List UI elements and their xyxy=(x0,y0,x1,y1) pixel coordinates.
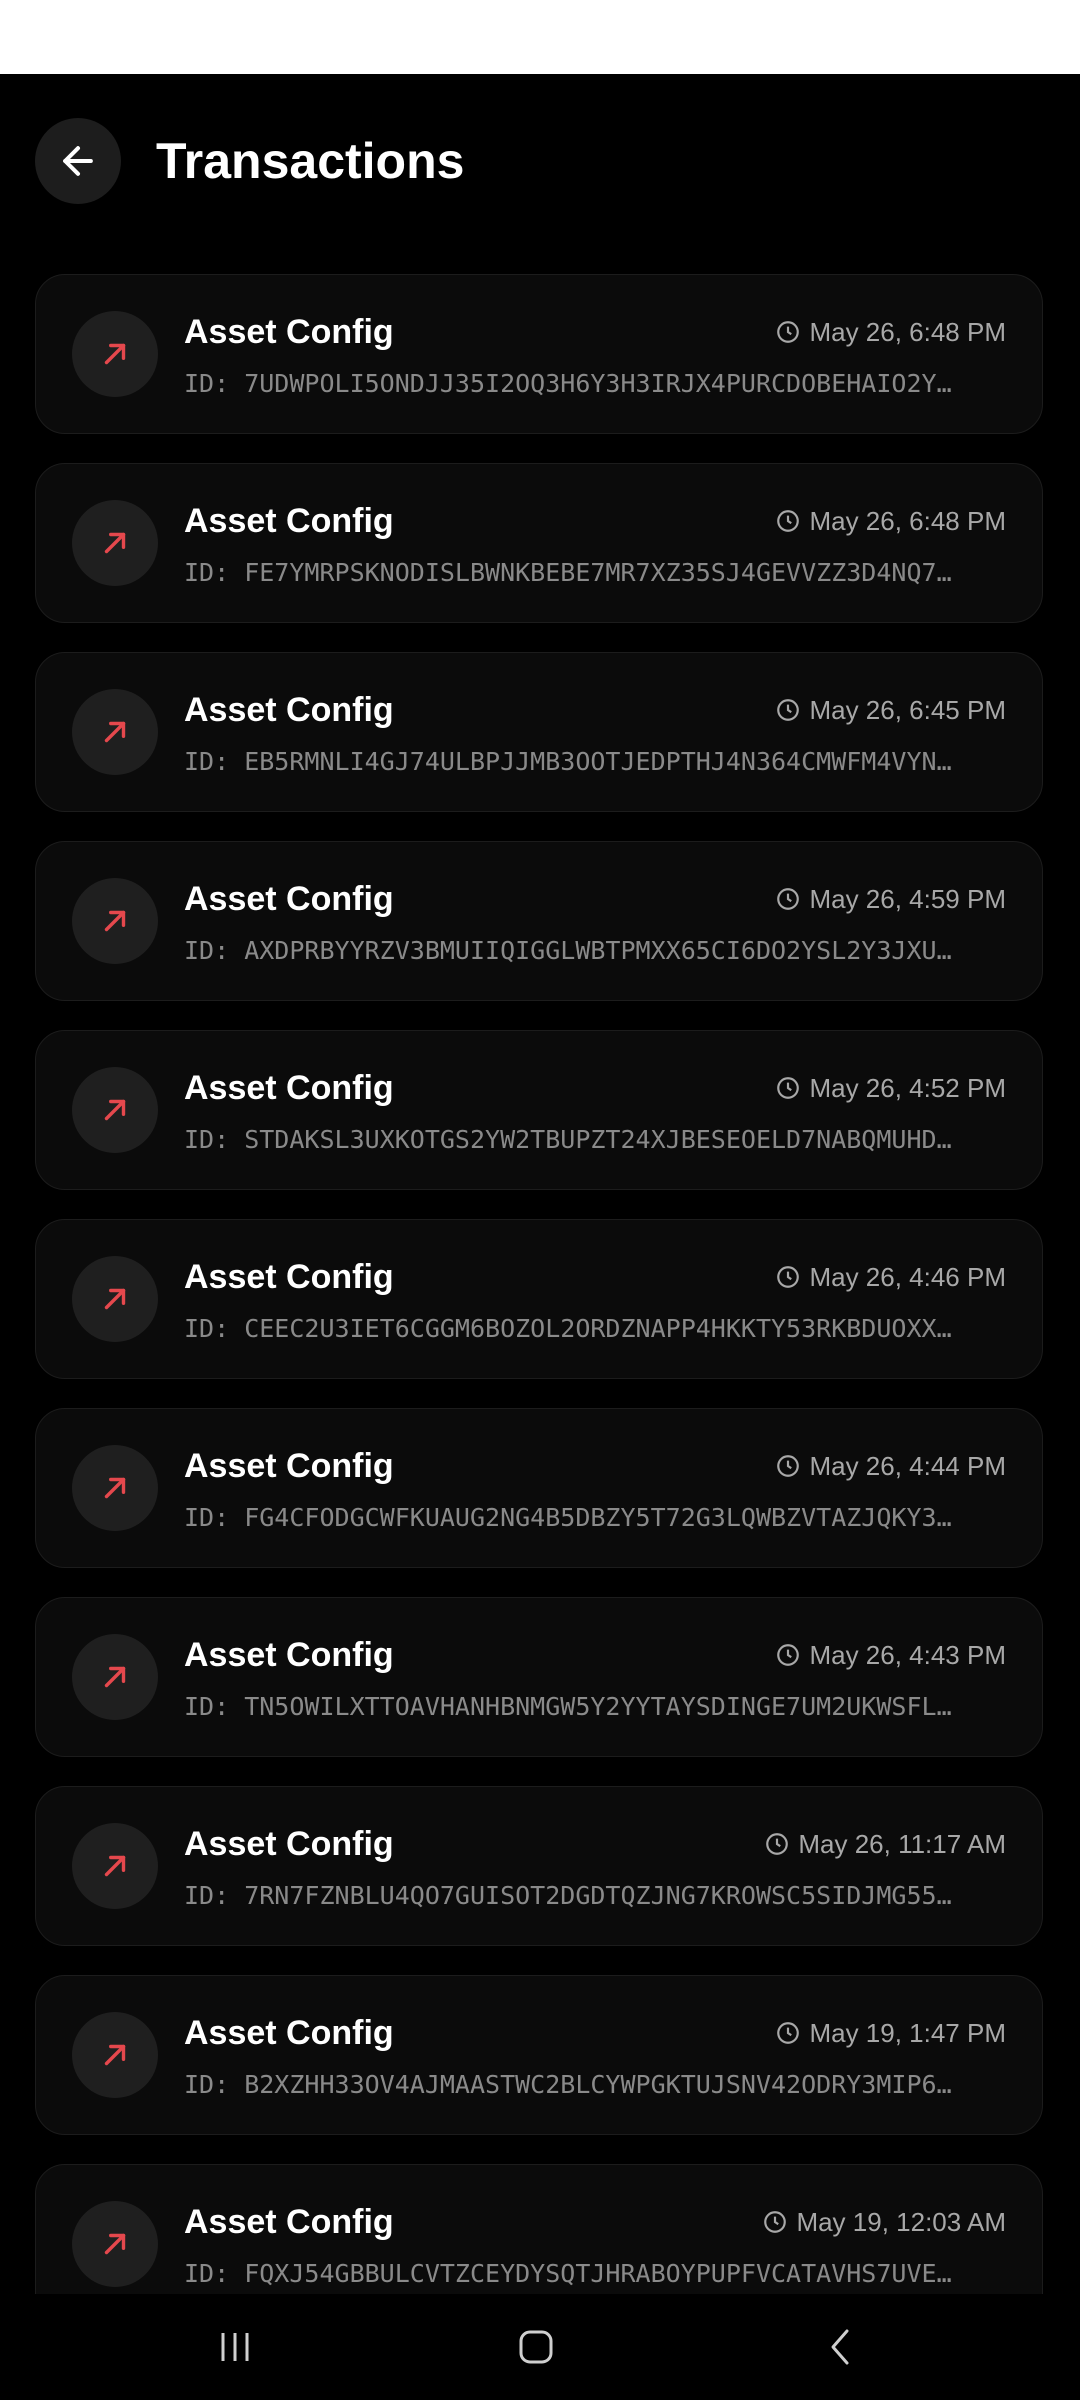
transaction-card[interactable]: Asset Config May 19, 12:03 AM ID: FQXJ54… xyxy=(35,2164,1043,2294)
clock-icon xyxy=(777,1644,800,1666)
transaction-list[interactable]: Asset Config May 26, 6:48 PM ID: 7UDWPOL… xyxy=(35,274,1045,2294)
clock-icon xyxy=(764,2211,787,2233)
transaction-id: ID: FG4CFODGCWFKUAUG2NG4B5DBZY5T72G3LQWB… xyxy=(184,1503,952,1532)
transaction-id: ID: AXDPRBYYRZV3BMUIIQIGGLWBTPMXX65CI6DO… xyxy=(184,936,952,965)
home-icon xyxy=(519,2330,553,2364)
transaction-time-text: May 26, 6:48 PM xyxy=(809,317,1006,347)
transaction-title: Asset Config xyxy=(184,1069,394,1107)
arrow-left-icon xyxy=(63,146,93,176)
transaction-card[interactable]: Asset Config May 19, 1:47 PM ID: B2XZHH3… xyxy=(35,1975,1043,2135)
recents-icon xyxy=(221,2333,249,2361)
transaction-time-text: May 26, 4:52 PM xyxy=(809,1073,1006,1103)
transaction-id: ID: TN5OWILXTTOAVHANHBNMGW5Y2YYTAYSDINGE… xyxy=(184,1692,952,1721)
transaction-title: Asset Config xyxy=(184,880,394,918)
transaction-time-text: May 26, 11:17 AM xyxy=(798,1829,1006,1859)
transaction-title: Asset Config xyxy=(184,1825,394,1863)
transaction-title: Asset Config xyxy=(184,313,394,351)
transaction-time: May 26, 4:59 PM xyxy=(775,882,1006,916)
transaction-time: May 26, 4:46 PM xyxy=(775,1260,1006,1294)
transaction-card[interactable]: Asset Config May 26, 4:44 PM ID: FG4CFOD… xyxy=(35,1408,1043,1568)
status-bar xyxy=(0,0,1080,74)
page-title: Transactions xyxy=(156,133,465,189)
transaction-card[interactable]: Asset Config May 26, 4:43 PM ID: TN5OWIL… xyxy=(35,1597,1043,1757)
transaction-card[interactable]: Asset Config May 26, 4:46 PM ID: CEEC2U3… xyxy=(35,1219,1043,1379)
transaction-time: May 26, 4:44 PM xyxy=(775,1449,1006,1483)
transaction-card[interactable]: Asset Config May 26, 6:48 PM ID: FE7YMRP… xyxy=(35,463,1043,623)
transaction-time-text: May 26, 6:45 PM xyxy=(809,695,1006,725)
recents-button[interactable] xyxy=(195,2314,275,2380)
clock-icon xyxy=(766,1833,789,1855)
transaction-title: Asset Config xyxy=(184,1258,394,1296)
transaction-title: Asset Config xyxy=(184,1636,394,1674)
outgoing-arrow-icon xyxy=(72,2012,158,2098)
transaction-title: Asset Config xyxy=(184,2014,394,2052)
clock-icon xyxy=(777,1266,800,1288)
outgoing-arrow-icon xyxy=(72,2201,158,2287)
clock-icon xyxy=(777,888,800,910)
transaction-id: ID: 7RN7FZNBLU4QO7GUISOT2DGDTQZJNG7KROWS… xyxy=(184,1881,952,1910)
transaction-time: May 26, 6:48 PM xyxy=(775,504,1006,538)
transaction-id: ID: CEEC2U3IET6CGGM6BOZOL2ORDZNAPP4HKKTY… xyxy=(184,1314,952,1343)
transaction-time-text: May 26, 4:59 PM xyxy=(809,884,1006,914)
transaction-time-text: May 26, 4:44 PM xyxy=(809,1451,1006,1481)
transaction-title: Asset Config xyxy=(184,691,394,729)
transaction-time-text: May 19, 1:47 PM xyxy=(809,2018,1006,2048)
transaction-title: Asset Config xyxy=(184,1447,394,1485)
transaction-id: ID: FQXJ54GBBULCVTZCEYDYSQTJHRABOYPUPFVC… xyxy=(184,2259,952,2288)
transaction-time: May 26, 4:52 PM xyxy=(775,1071,1006,1105)
transaction-time: May 26, 4:43 PM xyxy=(775,1638,1006,1672)
transaction-card[interactable]: Asset Config May 26, 6:48 PM ID: 7UDWPOL… xyxy=(35,274,1043,434)
clock-icon xyxy=(777,1077,800,1099)
transaction-id: ID: STDAKSL3UXKOTGS2YW2TBUPZT24XJBESEOEL… xyxy=(184,1125,952,1154)
transaction-card[interactable]: Asset Config May 26, 4:59 PM ID: AXDPRBY… xyxy=(35,841,1043,1001)
back-chevron-icon xyxy=(831,2329,849,2365)
outgoing-arrow-icon xyxy=(72,1256,158,1342)
transaction-time-text: May 26, 6:48 PM xyxy=(809,506,1006,536)
clock-icon xyxy=(777,321,800,343)
transaction-id: ID: 7UDWPOLI5ONDJJ35I2OQ3H6Y3H3IRJX4PURC… xyxy=(184,369,952,398)
outgoing-arrow-icon xyxy=(72,500,158,586)
clock-icon xyxy=(777,510,800,532)
transaction-time: May 19, 1:47 PM xyxy=(775,2016,1006,2050)
transaction-id: ID: EB5RMNLI4GJ74ULBPJJMB3OOTJEDPTHJ4N36… xyxy=(184,747,952,776)
outgoing-arrow-icon xyxy=(72,1067,158,1153)
transaction-time: May 26, 6:45 PM xyxy=(775,693,1006,727)
transaction-title: Asset Config xyxy=(184,2203,394,2241)
header: Transactions xyxy=(0,74,1080,250)
transaction-time: May 26, 6:48 PM xyxy=(775,315,1006,349)
home-button[interactable] xyxy=(496,2314,576,2380)
outgoing-arrow-icon xyxy=(72,1634,158,1720)
transaction-card[interactable]: Asset Config May 26, 4:52 PM ID: STDAKSL… xyxy=(35,1030,1043,1190)
transaction-id: ID: B2XZHH33OV4AJMAASTWC2BLCYWPGKTUJSNV4… xyxy=(184,2070,952,2099)
transaction-title: Asset Config xyxy=(184,502,394,540)
transaction-id: ID: FE7YMRPSKNODISLBWNKBEBE7MR7XZ35SJ4GE… xyxy=(184,558,952,587)
clock-icon xyxy=(777,2022,800,2044)
transaction-time-text: May 26, 4:46 PM xyxy=(809,1262,1006,1292)
back-button[interactable] xyxy=(35,118,121,204)
transaction-time-text: May 19, 12:03 AM xyxy=(796,2207,1006,2237)
transaction-time: May 26, 11:17 AM xyxy=(764,1827,1006,1861)
outgoing-arrow-icon xyxy=(72,1823,158,1909)
system-nav-bar xyxy=(0,2294,1080,2400)
transaction-card[interactable]: Asset Config May 26, 6:45 PM ID: EB5RMNL… xyxy=(35,652,1043,812)
system-back-button[interactable] xyxy=(800,2314,880,2380)
transaction-time-text: May 26, 4:43 PM xyxy=(809,1640,1006,1670)
transaction-time: May 19, 12:03 AM xyxy=(762,2205,1006,2239)
outgoing-arrow-icon xyxy=(72,878,158,964)
outgoing-arrow-icon xyxy=(72,689,158,775)
transaction-card[interactable]: Asset Config May 26, 11:17 AM ID: 7RN7FZ… xyxy=(35,1786,1043,1946)
clock-icon xyxy=(777,1455,800,1477)
outgoing-arrow-icon xyxy=(72,311,158,397)
clock-icon xyxy=(777,699,800,721)
outgoing-arrow-icon xyxy=(72,1445,158,1531)
